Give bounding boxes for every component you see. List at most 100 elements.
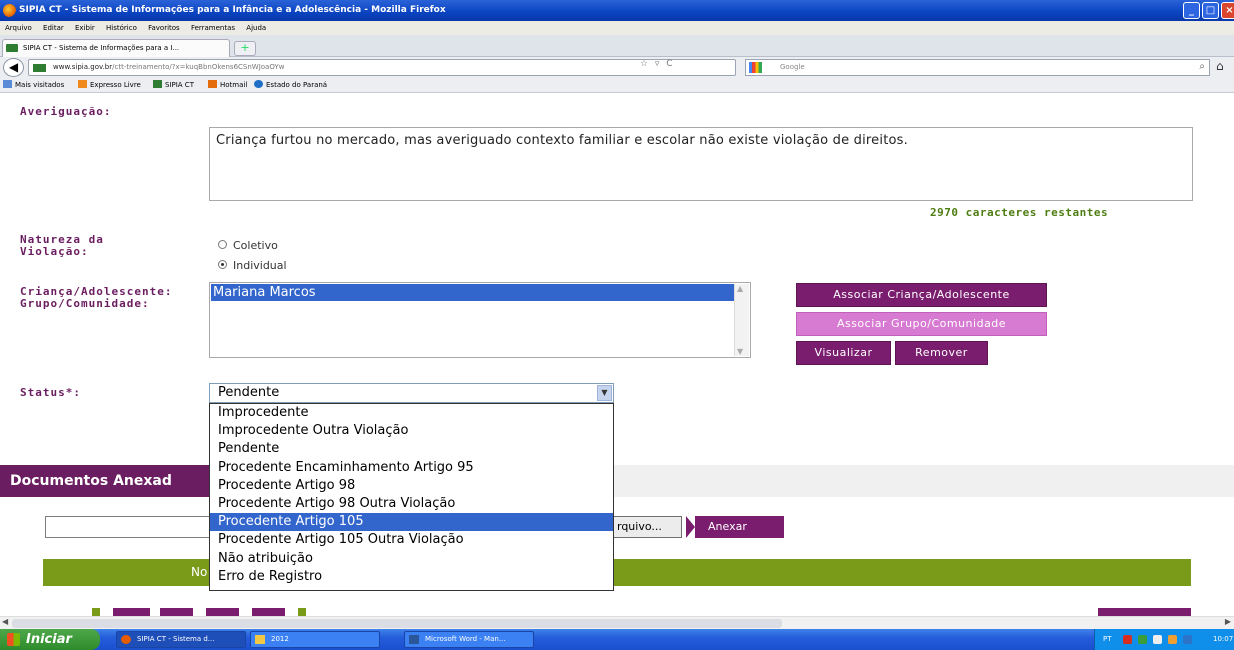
- status-option[interactable]: Improcedente: [210, 404, 613, 422]
- tab-strip: SIPIA CT - Sistema de Informações para a…: [0, 35, 1234, 57]
- bookmark-estado-parana[interactable]: Estado do Paraná: [254, 78, 327, 93]
- taskbar-item-folder[interactable]: 2012: [250, 631, 380, 648]
- pager-button[interactable]: [206, 608, 239, 616]
- crianca-listbox[interactable]: Mariana Marcos ▲ ▼: [209, 282, 751, 358]
- search-icon[interactable]: ⌕: [1199, 59, 1205, 74]
- status-option[interactable]: Procedente Artigo 98: [210, 477, 613, 495]
- bookmark-expresso-livre[interactable]: Expresso Livre: [78, 78, 141, 93]
- associar-grupo-button[interactable]: Associar Grupo/Comunidade: [796, 312, 1047, 336]
- pager-button[interactable]: [113, 608, 150, 616]
- tray-icon[interactable]: [1153, 635, 1162, 644]
- security-icon[interactable]: [1168, 635, 1177, 644]
- status-option[interactable]: Não atribuição: [210, 550, 613, 568]
- search-placeholder: Google: [780, 63, 805, 71]
- status-label: Status*:: [20, 386, 81, 399]
- url-input[interactable]: www.sipia.gov.br/ctt-treinamento/?x=kuqB…: [28, 59, 736, 76]
- url-path: /ctt-treinamento/?x=kuqBbnOkens6CSnWJoaO…: [112, 63, 285, 71]
- status-option-highlighted[interactable]: Procedente Artigo 105: [210, 513, 613, 532]
- volume-icon[interactable]: [1183, 635, 1192, 644]
- scroll-up-icon[interactable]: ▲: [737, 284, 743, 293]
- bookmark-hotmail[interactable]: Hotmail: [208, 78, 247, 93]
- url-actions[interactable]: ☆ ▿ C: [640, 59, 675, 69]
- chevron-down-icon[interactable]: ▼: [597, 385, 612, 401]
- averiguacao-text: Criança furtou no mercado, mas averiguad…: [216, 133, 908, 148]
- page-content: Averiguação: Criança furtou no mercado, …: [0, 93, 1234, 616]
- window-title: SIPIA CT - Sistema de Informações para a…: [19, 5, 446, 15]
- horizontal-scrollbar[interactable]: ◀ ▶: [0, 616, 1234, 629]
- page-action-button[interactable]: [1098, 608, 1191, 616]
- radio-individual[interactable]: Individual: [218, 259, 287, 272]
- tray-icon[interactable]: [1123, 635, 1132, 644]
- status-option[interactable]: Procedente Artigo 98 Outra Violação: [210, 495, 613, 513]
- status-option[interactable]: Pendente: [210, 440, 613, 458]
- taskbar-item-word[interactable]: Microsoft Word - Man...: [404, 631, 534, 648]
- clock: 10:07: [1213, 635, 1234, 643]
- listbox-scrollbar[interactable]: ▲ ▼: [734, 284, 749, 356]
- home-icon[interactable]: ⌂: [1216, 59, 1224, 73]
- sipia-favicon-icon: [6, 44, 18, 52]
- averiguacao-textarea[interactable]: Criança furtou no mercado, mas averiguad…: [209, 127, 1193, 201]
- arrow-right-icon: [686, 516, 695, 538]
- network-icon[interactable]: [1138, 635, 1147, 644]
- averiguacao-label: Averiguação:: [20, 105, 112, 118]
- folder-icon: [255, 635, 265, 644]
- maximize-button[interactable]: □: [1202, 2, 1219, 19]
- windows-logo-icon: [7, 633, 20, 646]
- menu-arquivo[interactable]: Arquivo: [5, 21, 32, 35]
- status-select[interactable]: Pendente ▼: [209, 383, 614, 403]
- radio-coletivo-dot[interactable]: [218, 240, 227, 249]
- scroll-down-icon[interactable]: ▼: [737, 347, 743, 356]
- close-window-button[interactable]: ×: [1221, 2, 1234, 19]
- pager-mark: [92, 608, 100, 616]
- system-tray: PT 10:07: [1094, 629, 1234, 650]
- list-item-selected[interactable]: Mariana Marcos: [211, 284, 734, 301]
- status-option[interactable]: Erro de Registro: [210, 568, 613, 586]
- sipia-icon: [153, 80, 162, 88]
- scroll-right-icon[interactable]: ▶: [1225, 617, 1231, 626]
- bookmark-sipia-ct[interactable]: SIPIA CT: [153, 78, 194, 93]
- search-input[interactable]: Google ⌕: [745, 59, 1210, 76]
- remover-button[interactable]: Remover: [895, 341, 988, 365]
- status-option[interactable]: Procedente Encaminhamento Artigo 95: [210, 459, 613, 477]
- browse-file-button[interactable]: rquivo...: [612, 516, 682, 538]
- menu-historico[interactable]: Histórico: [106, 21, 137, 35]
- hotmail-icon: [208, 80, 217, 88]
- radio-coletivo[interactable]: Coletivo: [218, 239, 278, 252]
- start-button[interactable]: Iniciar: [0, 629, 100, 650]
- characters-remaining: 2970 caracteres restantes: [930, 206, 1109, 219]
- pager-mark: [298, 608, 306, 616]
- menu-editar[interactable]: Editar: [43, 21, 64, 35]
- back-button[interactable]: ◀: [3, 58, 24, 77]
- menu-ajuda[interactable]: Ajuda: [246, 21, 266, 35]
- navigation-bar: ◀ www.sipia.gov.br/ctt-treinamento/?x=ku…: [0, 57, 1234, 78]
- status-option[interactable]: Procedente Artigo 105 Outra Violação: [210, 531, 613, 549]
- menu-favoritos[interactable]: Favoritos: [148, 21, 180, 35]
- minimize-button[interactable]: _: [1183, 2, 1200, 19]
- radio-individual-dot[interactable]: [218, 260, 227, 269]
- pager-button[interactable]: [252, 608, 285, 616]
- new-tab-button[interactable]: +: [234, 41, 256, 56]
- site-identity-icon: [33, 64, 46, 72]
- visualizar-button[interactable]: Visualizar: [796, 341, 891, 365]
- documents-header-text: No: [191, 565, 208, 579]
- language-indicator[interactable]: PT: [1103, 629, 1112, 650]
- word-icon: [409, 635, 419, 644]
- documentos-section-bar: Documentos Anexad: [0, 465, 1234, 497]
- natureza-label: Natureza da Violação:: [20, 233, 104, 258]
- bookmark-mais-visitados[interactable]: Mais visitados: [3, 78, 64, 93]
- scrollbar-thumb[interactable]: [12, 619, 782, 628]
- taskbar-item-firefox[interactable]: SIPIA CT - Sistema d...: [116, 631, 246, 648]
- browser-tab[interactable]: SIPIA CT - Sistema de Informações para a…: [2, 39, 230, 57]
- pager-button[interactable]: [160, 608, 193, 616]
- firefox-icon: [121, 635, 131, 644]
- documentos-section-title: Documentos Anexad: [0, 465, 209, 497]
- menu-exibir[interactable]: Exibir: [75, 21, 95, 35]
- file-input[interactable]: [45, 516, 210, 538]
- status-dropdown-list: Improcedente Improcedente Outra Violação…: [209, 403, 614, 591]
- menu-ferramentas[interactable]: Ferramentas: [191, 21, 235, 35]
- anexar-button[interactable]: Anexar: [686, 516, 784, 538]
- expresso-icon: [78, 80, 87, 88]
- scroll-left-icon[interactable]: ◀: [2, 617, 8, 626]
- status-option[interactable]: Improcedente Outra Violação: [210, 422, 613, 440]
- associar-crianca-button[interactable]: Associar Criança/Adolescente: [796, 283, 1047, 307]
